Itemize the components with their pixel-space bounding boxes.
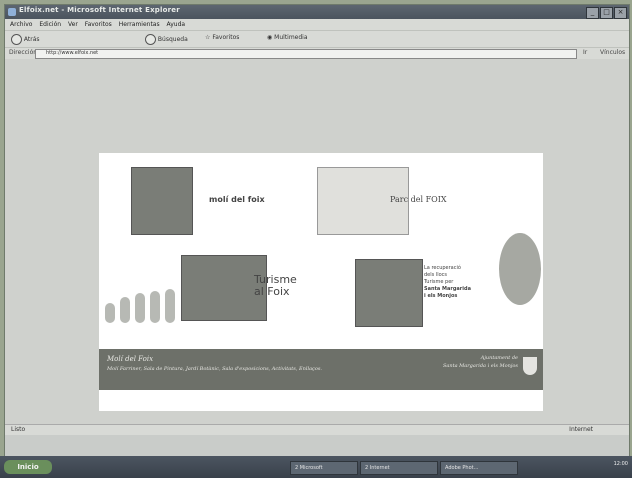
recuperacio-line-5[interactable]: i els Monjos — [424, 293, 457, 299]
links-label[interactable]: Vínculos — [600, 49, 625, 56]
search-button[interactable]: Búsqueda — [145, 34, 188, 45]
clock: 12:00 — [613, 461, 628, 467]
task-microsoft[interactable]: 2 Microsoft — [290, 461, 358, 475]
recuperacio-line-1: La recuperació — [424, 265, 461, 271]
recuperacio-line-3: Turisme per — [424, 279, 454, 285]
task-adobe[interactable]: Adobe Phot... — [440, 461, 518, 475]
moli-logo[interactable]: molí del foix — [209, 195, 265, 204]
browser-window: Elfoix.net - Microsoft Internet Explorer… — [4, 4, 630, 476]
park-label[interactable]: Parc del FOIX — [390, 195, 447, 204]
close-button[interactable]: × — [614, 7, 627, 19]
taskbar: Inicio 2 Microsoft 2 Internet Adobe Phot… — [0, 456, 632, 478]
footer-subtitle[interactable]: Molí Farriner, Sala de Pintura, Jardí Bo… — [107, 366, 322, 372]
status-bar: Listo Internet — [5, 424, 629, 435]
media-icon: ◉ — [267, 34, 273, 41]
back-button[interactable]: Atrás — [11, 34, 40, 45]
internet-zone: Internet — [569, 426, 593, 433]
photo-building[interactable] — [131, 167, 193, 235]
page-viewport: molí del foix Parc del FOIX Turisme al F… — [5, 59, 629, 424]
address-bar: Dirección http://www.elfoix.net Ir Víncu… — [5, 47, 629, 59]
menu-bar: Archivo Edición Ver Favoritos Herramient… — [5, 19, 629, 30]
decorative-bars — [105, 289, 185, 323]
recuperacio-line-2: dels llocs — [424, 272, 448, 278]
status-text: Listo — [11, 426, 26, 433]
star-icon: ☆ — [205, 34, 211, 41]
menu-ayuda[interactable]: Ayuda — [167, 21, 186, 28]
multimedia-button[interactable]: ◉ Multimedia — [267, 34, 308, 41]
footer-right-2: Santa Margarida i els Monjos — [442, 363, 518, 369]
task-internet[interactable]: 2 Internet — [360, 461, 438, 475]
go-button[interactable]: Ir — [583, 49, 587, 56]
search-icon — [145, 34, 156, 45]
window-title: Elfoix.net - Microsoft Internet Explorer — [19, 6, 180, 14]
window-controls: _ □ × — [586, 7, 627, 19]
photo-aerial[interactable] — [355, 259, 423, 327]
address-label: Dirección — [9, 49, 38, 56]
decorative-disc — [499, 233, 541, 305]
menu-edicion[interactable]: Edición — [39, 21, 61, 28]
menu-archivo[interactable]: Archivo — [10, 21, 32, 28]
turisme-label-2[interactable]: al Foix — [254, 285, 290, 298]
recuperacio-line-4[interactable]: Santa Margarida — [424, 286, 471, 292]
title-bar: Elfoix.net - Microsoft Internet Explorer… — [5, 5, 629, 19]
menu-favoritos[interactable]: Favoritos — [85, 21, 112, 28]
start-button[interactable]: Inicio — [4, 460, 52, 474]
minimize-button[interactable]: _ — [586, 7, 599, 19]
menu-herramientas[interactable]: Herramientas — [119, 21, 160, 28]
footer-right-1: Ajuntament de — [480, 355, 518, 361]
favorites-button[interactable]: ☆ Favoritos — [205, 34, 239, 41]
toolbar: Atrás Búsqueda ☆ Favoritos ◉ Multimedia — [5, 30, 629, 47]
address-input[interactable]: http://www.elfoix.net — [35, 49, 577, 59]
page-footer: Molí del Foix Molí Farriner, Sala de Pin… — [99, 349, 543, 390]
footer-title: Molí del Foix — [107, 355, 154, 363]
back-icon — [11, 34, 22, 45]
maximize-button[interactable]: □ — [600, 7, 613, 19]
crest-icon[interactable] — [523, 357, 537, 375]
ie-icon — [8, 8, 16, 16]
menu-ver[interactable]: Ver — [68, 21, 78, 28]
address-url: http://www.elfoix.net — [46, 50, 99, 56]
